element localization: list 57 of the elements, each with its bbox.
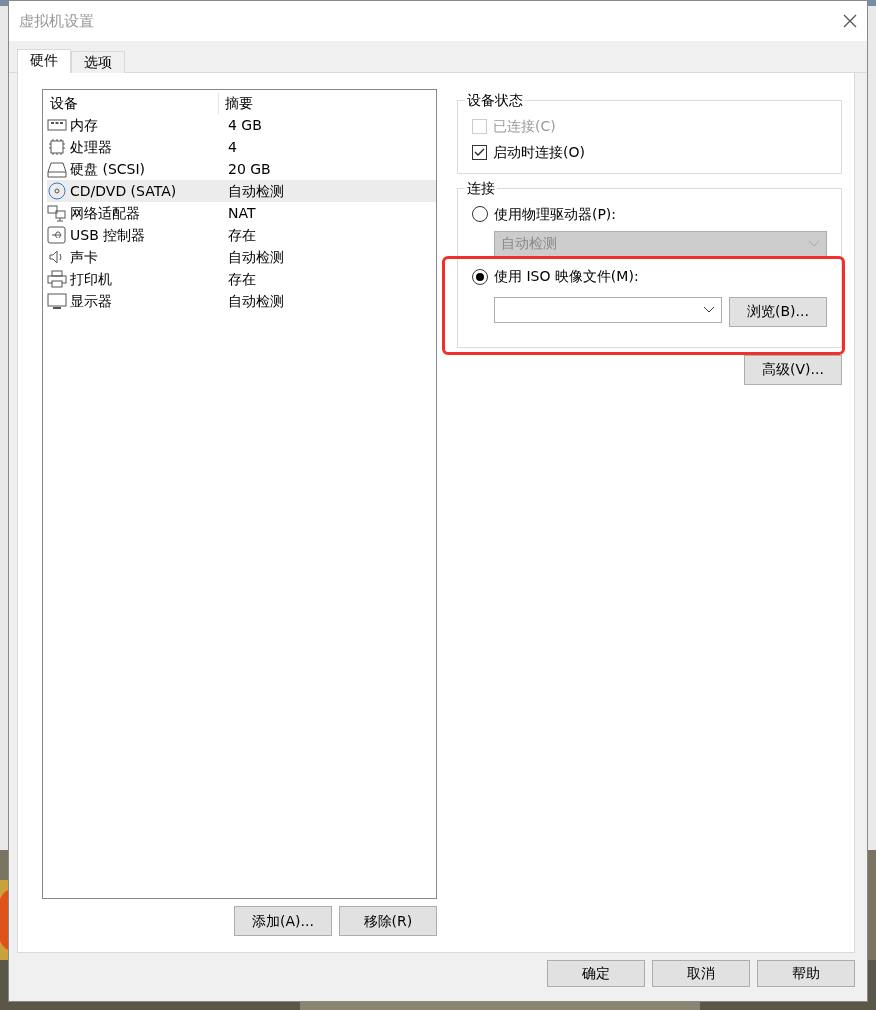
device-name: USB 控制器 xyxy=(70,225,146,245)
column-header[interactable]: 摘要 xyxy=(219,92,253,114)
device-summary: 存在 xyxy=(227,269,256,289)
device-summary: 20 GB xyxy=(227,159,271,179)
list-button[interactable]: 添加(A)... xyxy=(233,906,332,936)
device-row[interactable]: 声卡 自动检测 xyxy=(47,246,436,268)
device-row[interactable]: 处理器 4 xyxy=(47,136,436,158)
device-name: 处理器 xyxy=(70,137,112,157)
radio-label: 使用 ISO 映像文件(M): xyxy=(493,267,639,286)
device-summary: 自动检测 xyxy=(227,181,284,201)
device-summary: NAT xyxy=(227,203,256,223)
checkbox[interactable] xyxy=(471,144,487,160)
radio-button[interactable] xyxy=(471,268,488,285)
tab[interactable]: 选项 xyxy=(71,51,125,74)
device-row[interactable]: 内存 4 GB xyxy=(47,114,436,136)
close-icon[interactable] xyxy=(843,14,857,28)
device-summary: 自动检测 xyxy=(227,291,284,311)
device-name: 内存 xyxy=(70,115,98,135)
printer-icon xyxy=(47,270,67,288)
advanced-button[interactable]: 高级(V)... xyxy=(744,354,842,385)
monitor-icon xyxy=(47,292,67,310)
device-name: 声卡 xyxy=(70,247,98,267)
device-name: 显示器 xyxy=(70,291,112,311)
browse-button[interactable]: 浏览(B)... xyxy=(729,296,827,327)
device-summary: 4 GB xyxy=(227,115,262,135)
device-row[interactable]: 显示器 自动检测 xyxy=(47,290,436,312)
device-row[interactable]: 网络适配器 NAT xyxy=(47,202,436,224)
device-row[interactable]: CD/DVD (SATA) 自动检测 xyxy=(47,180,436,202)
dialog-button[interactable]: 取消 xyxy=(652,960,750,987)
memory-icon xyxy=(47,116,67,134)
device-summary: 4 xyxy=(227,137,237,157)
list-button[interactable]: 移除(R) xyxy=(338,906,437,936)
device-row[interactable]: 打印机 存在 xyxy=(47,268,436,290)
device-summary: 存在 xyxy=(227,225,256,245)
dialog-button[interactable]: 帮助 xyxy=(757,960,855,987)
caret-icon xyxy=(703,305,715,314)
device-name: CD/DVD (SATA) xyxy=(70,181,177,201)
network-icon xyxy=(47,204,67,222)
device-name: 网络适配器 xyxy=(70,203,140,223)
tab[interactable]: 硬件 xyxy=(17,49,71,74)
column-header[interactable]: 设备 xyxy=(47,92,219,114)
window-title: 虚拟机设置 xyxy=(19,10,94,32)
caret-icon xyxy=(808,239,820,248)
iso-path-field[interactable] xyxy=(493,296,722,323)
usb-icon xyxy=(47,226,67,244)
chip-icon xyxy=(47,138,67,156)
checkbox-label: 已连接(C) xyxy=(492,116,556,136)
dialog-button[interactable]: 确定 xyxy=(547,960,645,987)
disc-icon xyxy=(47,182,67,200)
checkbox-label: 启动时连接(O) xyxy=(492,142,585,162)
device-summary: 自动检测 xyxy=(227,247,284,267)
device-row[interactable]: USB 控制器 存在 xyxy=(47,224,436,246)
radio-label: 使用物理驱动器(P): xyxy=(493,204,617,224)
radio-button[interactable] xyxy=(471,206,488,222)
device-row[interactable]: 硬盘 (SCSI) 20 GB xyxy=(47,158,436,180)
device-name: 打印机 xyxy=(70,269,112,289)
device-name: 硬盘 (SCSI) xyxy=(70,159,146,179)
